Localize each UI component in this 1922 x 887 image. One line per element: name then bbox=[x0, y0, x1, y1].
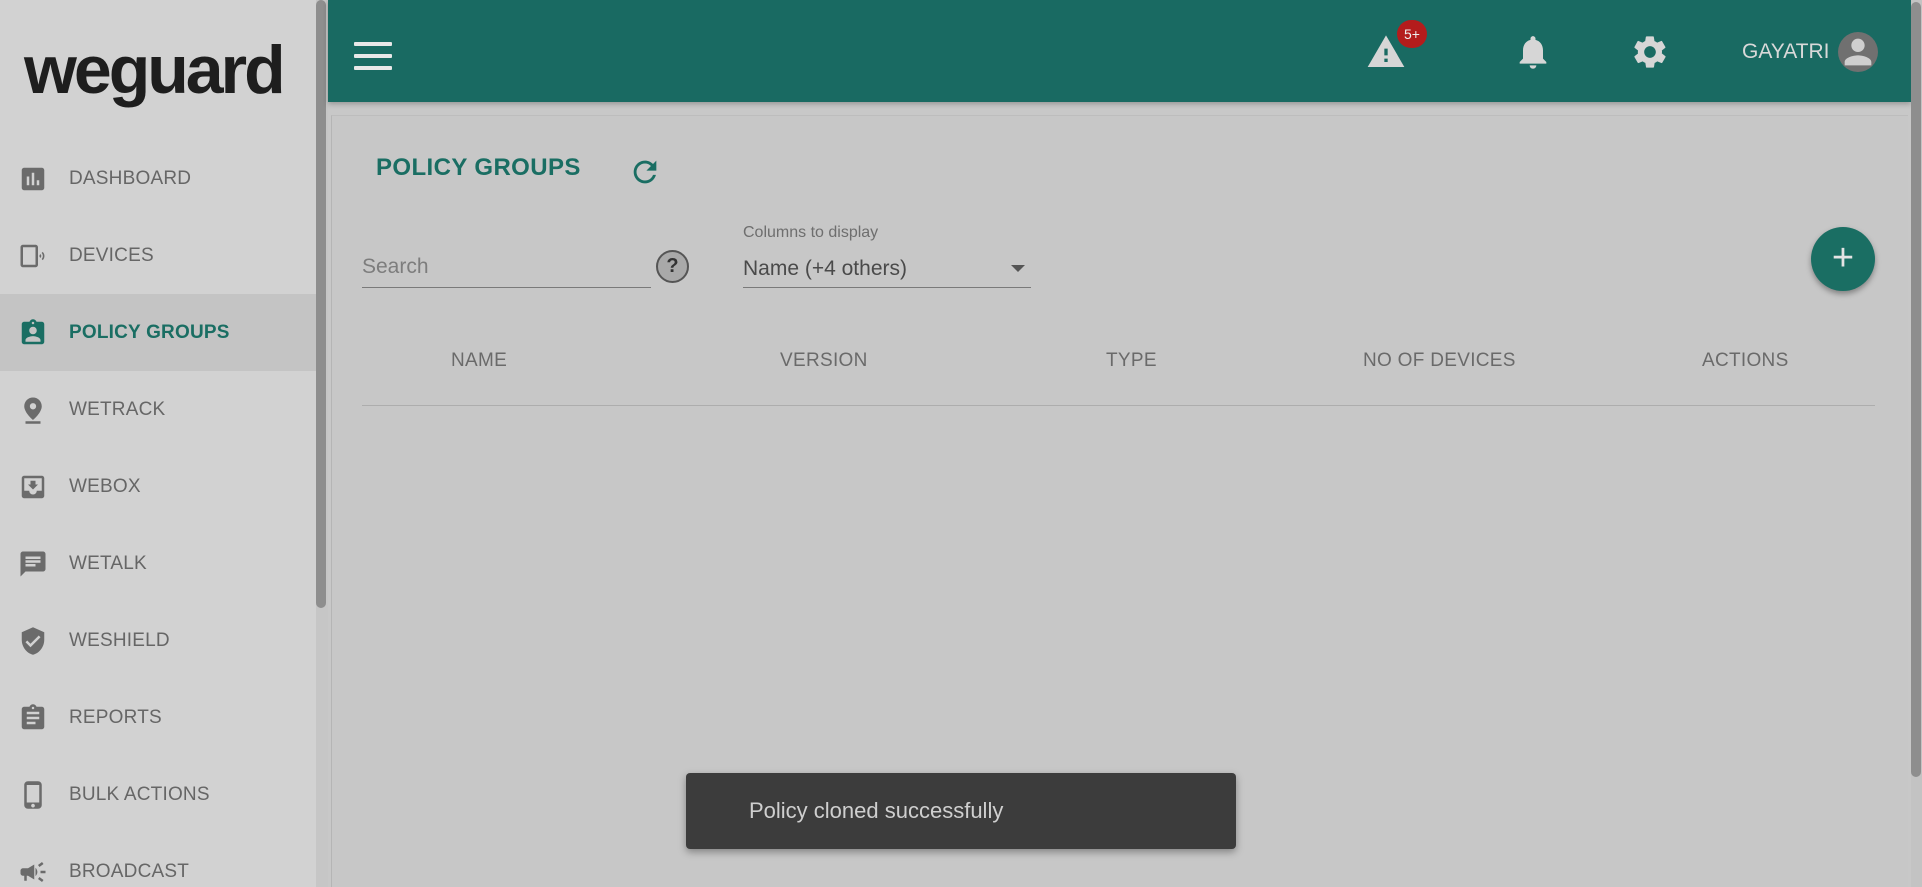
sidebar-item-label: DASHBOARD bbox=[69, 167, 192, 189]
device-icon bbox=[18, 241, 48, 271]
content-card bbox=[331, 115, 1908, 887]
snackbar-toast: Policy cloned successfully bbox=[686, 773, 1236, 849]
search-field bbox=[362, 250, 651, 288]
bar-chart-icon bbox=[18, 164, 48, 194]
topbar bbox=[328, 0, 1911, 102]
sidebar-item-label: WESHIELD bbox=[69, 629, 170, 651]
alert-count-badge: 5+ bbox=[1397, 20, 1427, 48]
sidebar-item-label: DEVICES bbox=[69, 244, 154, 266]
main-scrollbar-thumb[interactable] bbox=[1911, 2, 1921, 777]
username: GAYATRI bbox=[1742, 40, 1830, 63]
logo[interactable]: weguard bbox=[0, 0, 316, 140]
refresh-icon[interactable] bbox=[628, 155, 662, 189]
bell-icon[interactable] bbox=[1513, 32, 1553, 72]
table-header: NAME VERSION TYPE NO OF DEVICES ACTIONS bbox=[362, 340, 1875, 406]
toast-message: Policy cloned successfully bbox=[749, 798, 1004, 823]
phone-icon bbox=[18, 780, 48, 810]
sidebar-item-label: WETALK bbox=[69, 552, 147, 574]
page-title: POLICY GROUPS bbox=[376, 154, 581, 181]
column-header-actions: ACTIONS bbox=[1702, 350, 1789, 371]
sidebar-item-label: BULK ACTIONS bbox=[69, 783, 210, 805]
sidebar-item-label: WETRACK bbox=[69, 398, 166, 420]
badge-icon bbox=[18, 318, 48, 348]
column-header-name[interactable]: NAME bbox=[451, 350, 507, 372]
location-pin-icon bbox=[18, 395, 48, 425]
sidebar-item-webox[interactable]: WEBOX bbox=[0, 448, 316, 525]
shield-check-icon bbox=[18, 626, 48, 656]
sidebar-item-label: POLICY GROUPS bbox=[69, 321, 230, 343]
logo-text: weguard bbox=[24, 32, 286, 108]
search-input[interactable] bbox=[362, 250, 651, 284]
column-header-no-of-devices[interactable]: NO OF DEVICES bbox=[1363, 350, 1516, 372]
menu-icon[interactable] bbox=[354, 42, 392, 70]
sidebar-item-label: REPORTS bbox=[69, 706, 162, 728]
download-box-icon bbox=[18, 472, 48, 502]
sidebar-item-wetrack[interactable]: WETRACK bbox=[0, 371, 316, 448]
column-header-type[interactable]: TYPE bbox=[1106, 350, 1157, 372]
sidebar-nav: DASHBOARD DEVICES POLICY GROUPS WETRACK … bbox=[0, 140, 316, 887]
sidebar-item-label: BROADCAST bbox=[69, 860, 190, 882]
sidebar-item-reports[interactable]: REPORTS bbox=[0, 679, 316, 756]
sidebar-item-policy-groups[interactable]: POLICY GROUPS bbox=[0, 294, 316, 371]
sidebar-item-weshield[interactable]: WESHIELD bbox=[0, 602, 316, 679]
sidebar: weguard DASHBOARD DEVICES POLICY GROUPS … bbox=[0, 0, 316, 887]
sidebar-item-label: WEBOX bbox=[69, 475, 141, 497]
sidebar-item-bulk-actions[interactable]: BULK ACTIONS bbox=[0, 756, 316, 833]
columns-select-label: Columns to display bbox=[743, 224, 879, 241]
sidebar-item-devices[interactable]: DEVICES bbox=[0, 217, 316, 294]
columns-select-value: Name (+4 others) bbox=[743, 256, 907, 280]
sidebar-item-dashboard[interactable]: DASHBOARD bbox=[0, 140, 316, 217]
gear-icon[interactable] bbox=[1630, 32, 1670, 72]
add-policy-group-button[interactable]: + bbox=[1811, 227, 1875, 291]
clipboard-icon bbox=[18, 703, 48, 733]
chat-icon bbox=[18, 549, 48, 579]
sidebar-item-wetalk[interactable]: WETALK bbox=[0, 525, 316, 602]
columns-select[interactable]: Name (+4 others) bbox=[743, 250, 1031, 288]
megaphone-icon bbox=[18, 857, 48, 887]
plus-icon: + bbox=[1831, 236, 1855, 279]
help-icon[interactable]: ? bbox=[656, 250, 689, 283]
avatar-icon bbox=[1837, 32, 1878, 72]
sidebar-scrollbar-thumb[interactable] bbox=[316, 0, 326, 608]
column-header-version[interactable]: VERSION bbox=[780, 350, 868, 372]
sidebar-item-broadcast[interactable]: BROADCAST bbox=[0, 833, 316, 887]
user-menu[interactable]: GAYATRI bbox=[1742, 32, 1878, 72]
chevron-down-icon bbox=[1011, 265, 1025, 272]
